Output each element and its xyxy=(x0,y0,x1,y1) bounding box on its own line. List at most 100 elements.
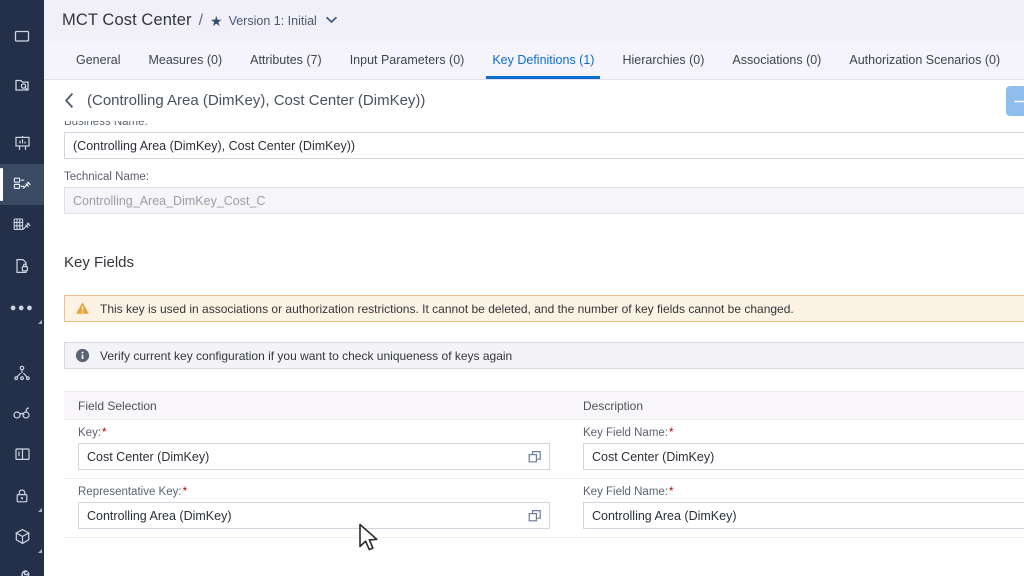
representative-key-input[interactable]: Controlling Area (DimKey) xyxy=(78,502,550,529)
tab-input-parameters[interactable]: Input Parameters (0) xyxy=(336,41,479,79)
sidebar-item-modeler[interactable] xyxy=(0,123,44,164)
main-panel: MCT Cost Center / ★ Version 1: Initial G… xyxy=(44,0,1024,576)
required-marker: * xyxy=(669,486,674,498)
sidebar-item-data-builder[interactable] xyxy=(0,164,44,205)
business-name-input[interactable]: (Controlling Area (DimKey), Cost Center … xyxy=(64,132,1024,159)
tab-label: Hierarchies (0) xyxy=(622,53,705,67)
sidebar-item-security[interactable] xyxy=(0,475,44,516)
tab-measures[interactable]: Measures (0) xyxy=(134,41,236,79)
tab-label: Attributes (7) xyxy=(250,53,322,67)
table-row: Key:* Cost Center (DimKey) Key Field Nam… xyxy=(64,420,1024,479)
row-field-selection-cell: Representative Key:* Controlling Area (D… xyxy=(64,486,566,529)
lock-icon xyxy=(13,487,31,505)
sidebar-item-search-repository[interactable] xyxy=(0,64,44,105)
folder-icon xyxy=(13,27,31,45)
title-separator: / xyxy=(198,11,204,29)
value-help-icon[interactable] xyxy=(528,509,542,523)
glasses-icon xyxy=(12,404,32,424)
object-page-content: Business Name:* (Controlling Area (DimKe… xyxy=(44,121,1024,538)
representative-key-value: Controlling Area (DimKey) xyxy=(87,508,232,523)
tab-label: Associations (0) xyxy=(732,53,822,67)
info-message-strip: Verify current key configuration if you … xyxy=(64,342,1024,369)
tab-authorization-scenarios[interactable]: Authorization Scenarios (0) xyxy=(835,41,1014,79)
more-icon: ●●● xyxy=(9,301,35,314)
rail-group-builders: ●●● xyxy=(0,117,44,328)
representative-key-label-text: Representative Key: xyxy=(78,486,182,498)
sidebar-item-more[interactable]: ●●● xyxy=(0,287,44,328)
technical-name-label: Technical Name: xyxy=(64,171,1024,184)
business-name-label-text: Business Name: xyxy=(64,121,148,128)
key-field-input[interactable]: Cost Center (DimKey) xyxy=(78,443,550,470)
sidebar-item-data-access-controls[interactable] xyxy=(0,246,44,287)
page-title: MCT Cost Center xyxy=(62,11,192,29)
warning-message-strip: This key is used in associations or auth… xyxy=(64,295,1024,322)
required-marker: * xyxy=(102,427,107,439)
table-header-row: Field Selection Description xyxy=(64,391,1024,420)
key-field-name-label: Key Field Name:* xyxy=(583,486,1024,499)
tab-hierarchies[interactable]: Hierarchies (0) xyxy=(608,41,718,79)
data-sharing-icon xyxy=(13,364,31,382)
warning-icon xyxy=(75,301,90,316)
key-field-name-value: Cost Center (DimKey) xyxy=(592,449,715,464)
business-name-value: (Controlling Area (DimKey), Cost Center … xyxy=(73,138,356,153)
sidebar-item-repository[interactable] xyxy=(0,15,44,56)
sidebar-item-catalog[interactable] xyxy=(0,434,44,475)
header-action-button[interactable] xyxy=(1006,86,1024,116)
tab-label: Authorization Scenarios (0) xyxy=(849,53,1001,67)
key-field-name-input[interactable]: Cost Center (DimKey) xyxy=(583,443,1024,470)
required-marker: * xyxy=(669,427,674,439)
version-dropdown-chevron-down-icon[interactable] xyxy=(325,11,338,29)
tab-general[interactable]: General xyxy=(62,41,134,79)
required-marker: * xyxy=(182,486,188,498)
value-help-icon[interactable] xyxy=(528,450,542,464)
column-header-field-selection: Field Selection xyxy=(78,398,157,413)
key-field-name-label: Key Field Name:* xyxy=(583,427,1024,440)
sidebar-item-business-builder[interactable] xyxy=(0,205,44,246)
warning-message-text: This key is used in associations or auth… xyxy=(100,301,794,316)
left-navigation-rail: ●●● xyxy=(0,0,44,576)
key-field-label: Key:* xyxy=(78,427,550,440)
folder-search-icon xyxy=(13,76,31,94)
tab-attributes[interactable]: Attributes (7) xyxy=(236,41,336,79)
table-row: Representative Key:* Controlling Area (D… xyxy=(64,479,1024,538)
key-field-label-text: Key: xyxy=(78,427,102,439)
file-lock-icon xyxy=(13,257,32,276)
data-builder-icon xyxy=(12,175,32,195)
business-name-label: Business Name:* xyxy=(64,121,1024,129)
resize-corner-icon xyxy=(38,508,42,512)
key-fields-table: Field Selection Description Key:* Cost C… xyxy=(64,391,1024,538)
technical-name-input: Controlling_Area_DimKey_Cost_C xyxy=(64,187,1024,214)
app-root: ●●● MCT Cost Center / ★ Version 1: Initi… xyxy=(0,0,1024,576)
general-fields-block: Business Name:* (Controlling Area (DimKe… xyxy=(44,121,1024,214)
representative-key-label: Representative Key:* xyxy=(78,486,550,499)
sidebar-item-data-marketplace[interactable] xyxy=(0,393,44,434)
sidebar-item-data-sharing[interactable] xyxy=(0,352,44,393)
key-field-name-label-text: Key Field Name: xyxy=(583,427,669,439)
sidebar-item-tools[interactable] xyxy=(0,557,44,576)
back-chevron-left-icon[interactable] xyxy=(64,92,75,109)
key-field-name-label-text: Key Field Name: xyxy=(583,486,669,498)
tab-bar: General Measures (0) Attributes (7) Inpu… xyxy=(44,41,1024,80)
book-icon xyxy=(13,445,32,464)
box-icon xyxy=(13,527,32,546)
object-sub-header: (Controlling Area (DimKey), Cost Center … xyxy=(44,80,1024,121)
resize-corner-icon xyxy=(38,320,42,324)
favorite-star-icon[interactable]: ★ xyxy=(210,14,223,28)
rail-group-top xyxy=(0,0,44,105)
business-builder-icon xyxy=(12,216,32,236)
tab-associations[interactable]: Associations (0) xyxy=(718,41,835,79)
resize-corner-icon xyxy=(38,549,42,553)
info-icon xyxy=(75,348,90,363)
required-marker: * xyxy=(148,121,154,128)
tab-key-definitions[interactable]: Key Definitions (1) xyxy=(478,41,608,79)
sidebar-item-system[interactable] xyxy=(0,516,44,557)
key-field-value: Cost Center (DimKey) xyxy=(87,449,210,464)
key-definition-title: (Controlling Area (DimKey), Cost Center … xyxy=(87,92,426,109)
whiteboard-icon xyxy=(13,134,32,153)
version-label: Version 1: Initial xyxy=(228,13,317,28)
key-fields-section: Key Fields This key is used in associati… xyxy=(44,254,1024,538)
tab-label: Input Parameters (0) xyxy=(349,53,465,67)
key-field-name-input[interactable]: Controlling Area (DimKey) xyxy=(583,502,1024,529)
tab-label: Measures (0) xyxy=(148,53,223,67)
wrench-icon xyxy=(13,568,32,576)
